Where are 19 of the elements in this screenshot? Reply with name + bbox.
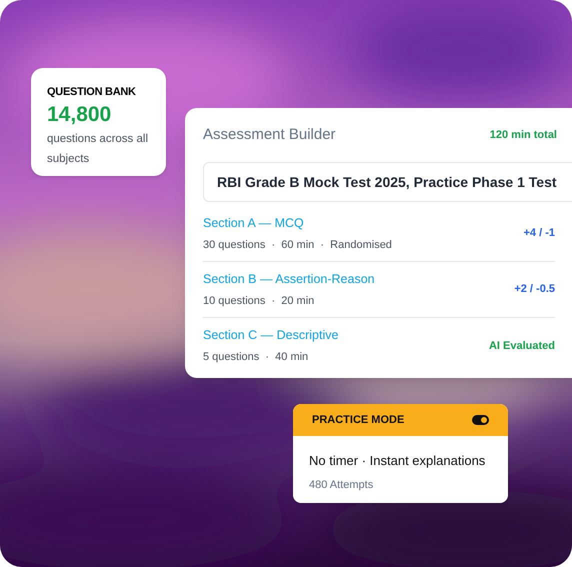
total-time: 120 min total xyxy=(490,128,557,143)
section-details: 30 questions · 60 min · Randomised xyxy=(203,238,392,253)
card-caption: questions across all subjects xyxy=(47,132,149,166)
card-label: QUESTION BANK xyxy=(47,85,137,100)
section-title[interactable]: Section A — MCQ xyxy=(203,214,392,233)
section-title[interactable]: Section B — Assertion-Reason xyxy=(203,270,375,289)
section-details: 5 questions · 40 min xyxy=(203,350,310,366)
section-details: 10 questions · 20 min xyxy=(203,294,316,309)
test-name-field[interactable]: RBI Grade B Mock Test 2025, Practice Phase 1 Test xyxy=(203,162,572,202)
attempt-count: 480 Attempts xyxy=(309,478,374,492)
scoring-label: +4 / -1 xyxy=(524,226,555,242)
card-label: PRACTICE MODE xyxy=(312,412,404,428)
practice-description: No timer · Instant explanations xyxy=(309,452,486,470)
scoring-label: AI Evaluated xyxy=(488,338,555,354)
scoring-label: +2 / -0.5 xyxy=(514,282,555,298)
card-title: Assessment Builder xyxy=(203,124,336,145)
toggle-switch[interactable] xyxy=(472,415,489,425)
question-count: 14,800 xyxy=(47,102,112,128)
section-title[interactable]: Section C — Descriptive xyxy=(203,326,338,346)
